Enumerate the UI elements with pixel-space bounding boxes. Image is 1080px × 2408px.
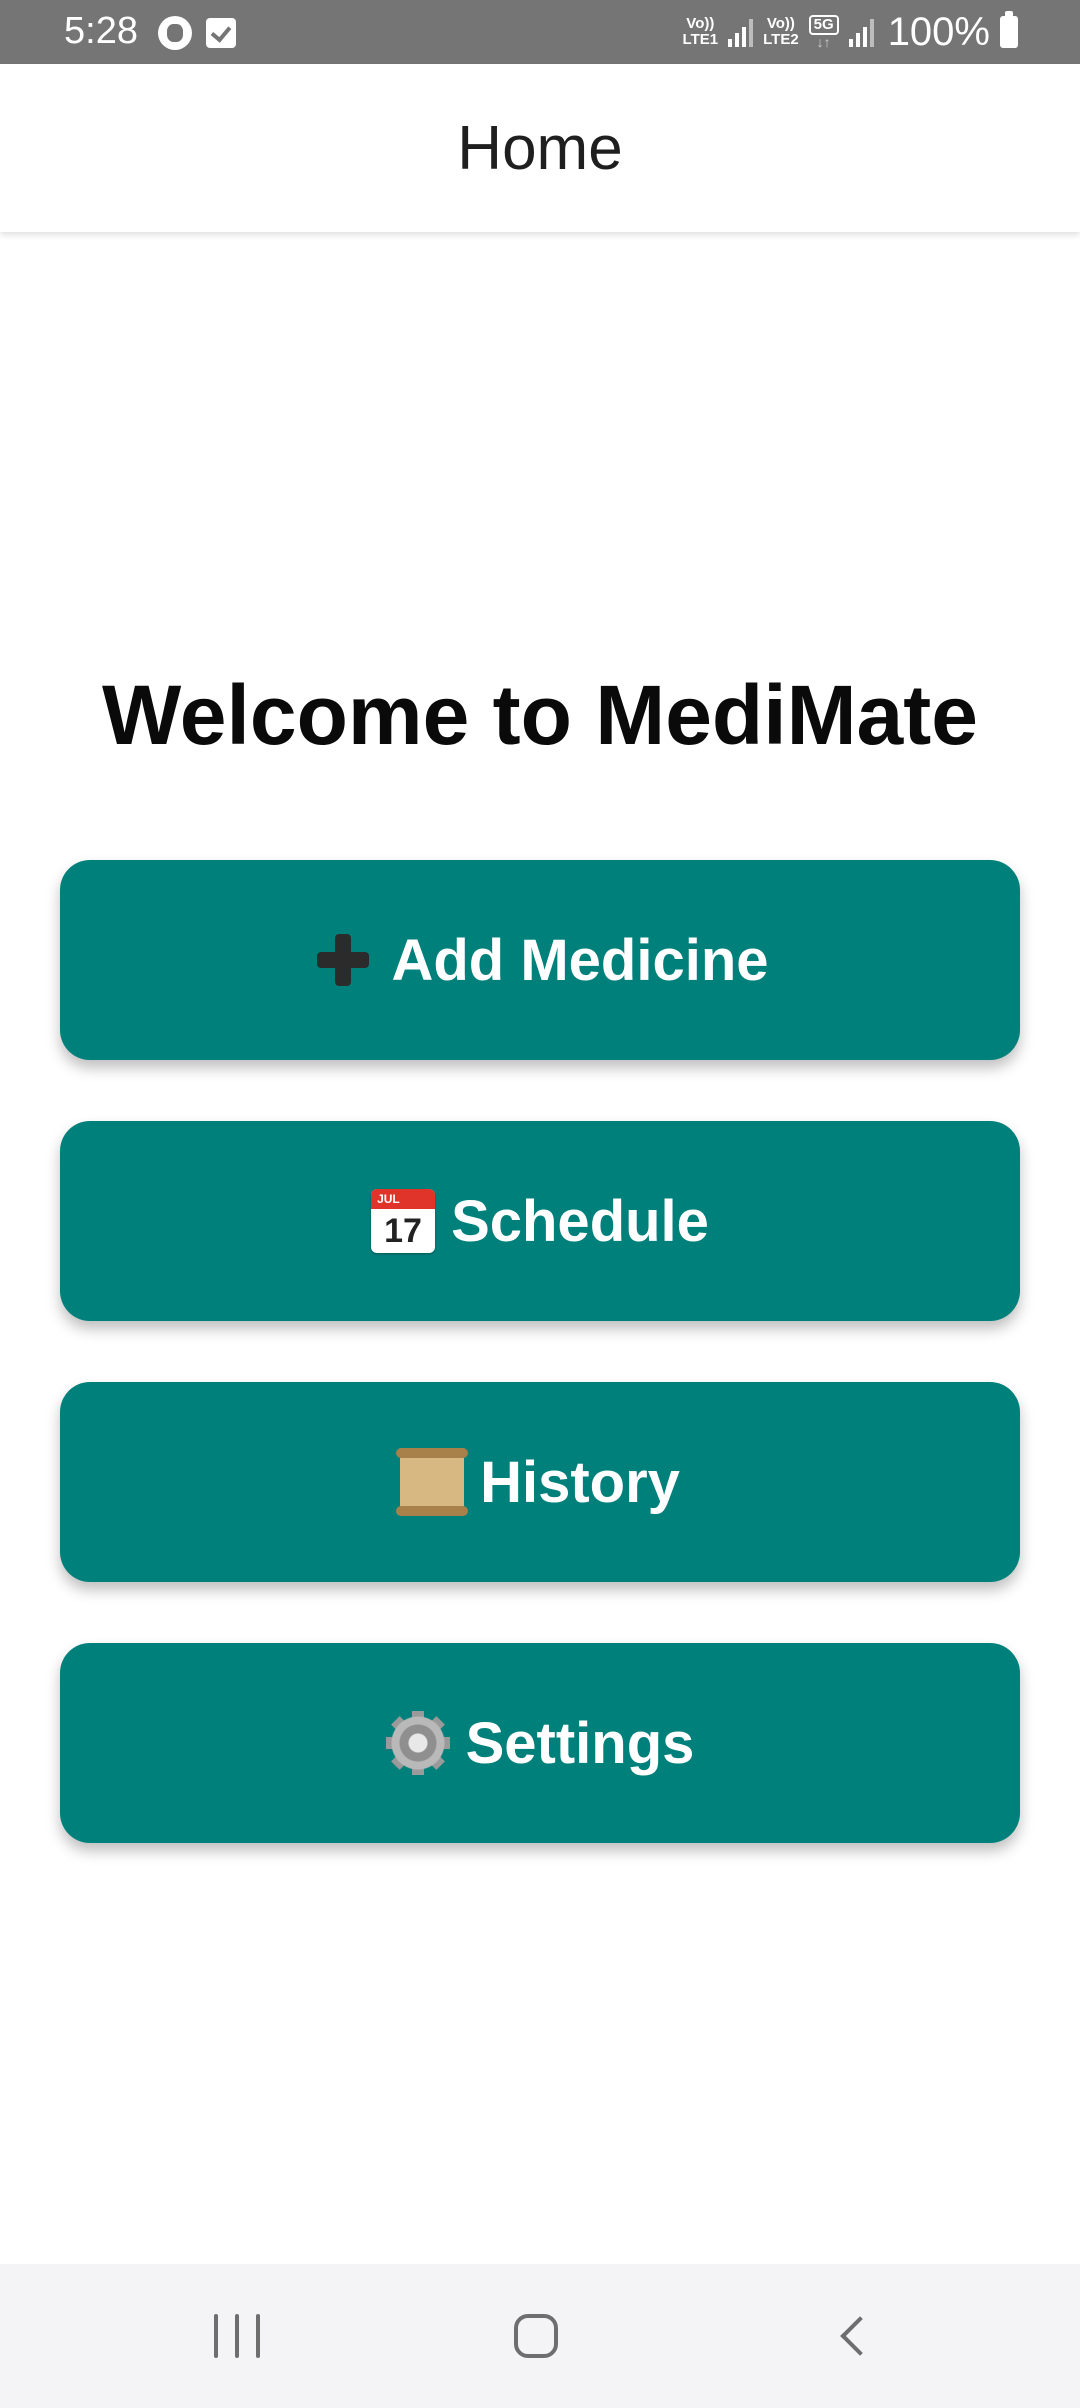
calendar-icon-month: JUL <box>371 1189 436 1209</box>
call-notification-icon <box>158 16 192 50</box>
battery-icon <box>1000 11 1018 48</box>
network-type-indicator: 5G ↓↑ <box>808 15 839 50</box>
gear-icon-body <box>385 1711 450 1775</box>
system-nav-bar <box>0 2264 1080 2408</box>
data-activity-icon: ↓↑ <box>816 34 831 50</box>
home-button[interactable] <box>514 2314 558 2358</box>
add-medicine-button[interactable]: Add Medicine <box>60 860 1020 1060</box>
page-title: Home <box>457 113 623 183</box>
sim2-lte-label: LTE2 <box>763 31 799 48</box>
battery-percent: 100% <box>887 10 990 54</box>
plus-icon <box>311 928 375 992</box>
scroll-icon <box>396 1448 469 1516</box>
settings-button[interactable]: Settings <box>60 1643 1020 1843</box>
sim1-lte-label: LTE1 <box>682 31 719 48</box>
add-medicine-label: Add Medicine <box>391 927 769 993</box>
settings-label: Settings <box>465 1710 695 1776</box>
status-time: 5:28 <box>64 10 138 52</box>
back-button[interactable] <box>832 2314 876 2358</box>
status-notification-icons <box>158 16 236 50</box>
sim1-volte-label: Vo)) <box>686 15 715 32</box>
task-notification-icon <box>206 18 236 48</box>
sim2-volte-label: Vo)) <box>766 15 795 32</box>
sim2-signal-icon <box>848 17 874 47</box>
calendar-icon-day: 17 <box>384 1212 422 1250</box>
schedule-button[interactable]: JUL 17 Schedule <box>60 1121 1020 1321</box>
sim1-signal-icon <box>728 17 754 47</box>
sim1-volte-indicator: Vo)) LTE1 <box>683 16 719 48</box>
history-label: History <box>480 1449 680 1515</box>
network-type-label: 5G <box>808 15 839 35</box>
welcome-heading: Welcome to MediMate <box>102 668 978 762</box>
recent-apps-button[interactable] <box>214 2314 260 2358</box>
app-bar: Home <box>0 64 1080 232</box>
schedule-label: Schedule <box>451 1188 709 1254</box>
status-bar: 5:28 Vo)) LTE1 Vo)) LTE2 5G ↓↑ 100% <box>0 0 1080 64</box>
sim2-volte-indicator: Vo)) LTE2 <box>763 16 799 48</box>
status-system-icons: Vo)) LTE1 Vo)) LTE2 5G ↓↑ 100% <box>683 10 1018 54</box>
calendar-icon: JUL 17 <box>371 1189 436 1253</box>
history-button[interactable]: History <box>60 1382 1020 1582</box>
gear-icon <box>385 1711 450 1775</box>
